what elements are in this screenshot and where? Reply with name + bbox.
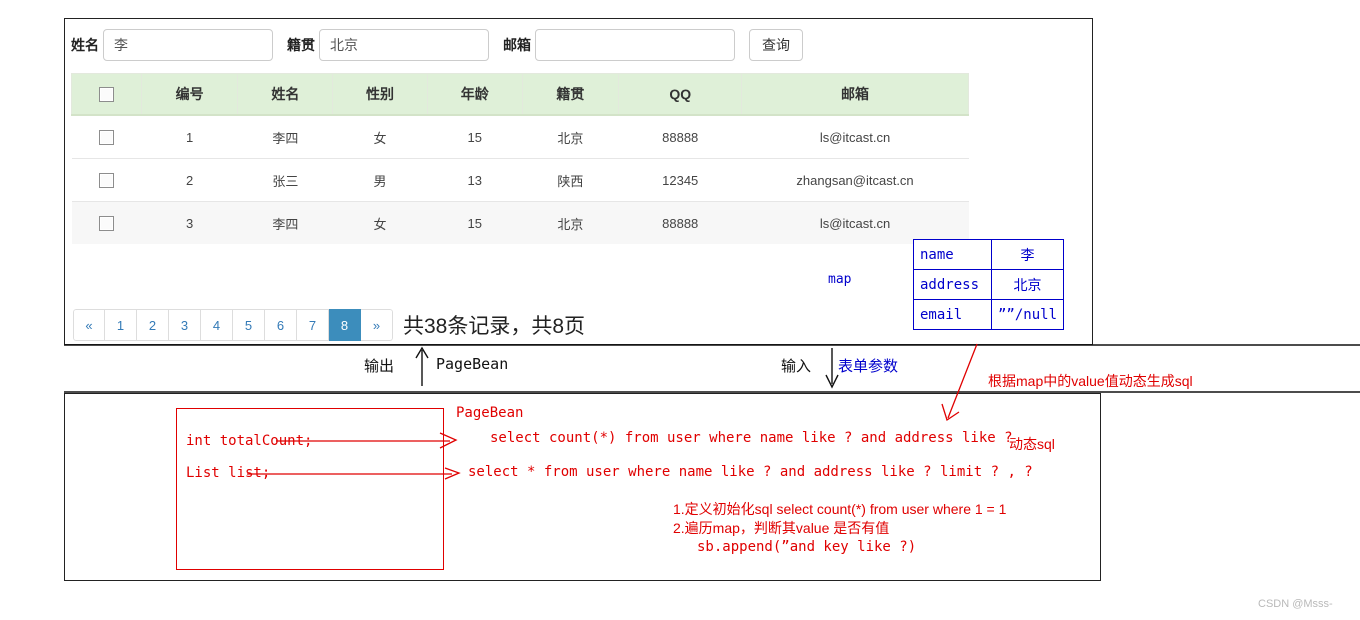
user-table: 编号 姓名 性别 年龄 籍贯 QQ 邮箱 1 李四 女 15 北京 888 <box>71 73 969 244</box>
cell-email: ls@itcast.cn <box>742 115 969 159</box>
header-sex: 性别 <box>333 74 428 116</box>
email-input[interactable] <box>535 29 735 61</box>
cell-id: 2 <box>141 159 238 202</box>
address-field-label: 籍贯 <box>287 35 315 55</box>
watermark: CSDN @Msss- <box>1258 598 1333 610</box>
table-row[interactable]: 1 李四 女 15 北京 88888 ls@itcast.cn <box>72 115 969 159</box>
sql-count-statement: select count(*) from user where name lik… <box>490 430 1013 446</box>
pagination-summary: 共38条记录，共8页 <box>403 310 585 340</box>
map-key-address: address <box>914 270 992 300</box>
cell-address: 北京 <box>522 115 619 159</box>
map-value-email: ””/null <box>992 300 1064 330</box>
cell-qq: 88888 <box>619 115 742 159</box>
screenshot-root: 姓名 籍贯 邮箱 查询 编号 姓名 性别 年龄 籍贯 QQ <box>0 0 1360 620</box>
cell-qq: 88888 <box>619 202 742 245</box>
map-value-name: 李 <box>992 240 1064 270</box>
cell-name: 张三 <box>238 159 333 202</box>
cell-sex: 男 <box>333 159 428 202</box>
output-value-label: PageBean <box>436 355 508 373</box>
header-name: 姓名 <box>238 74 333 116</box>
input-value-label: 表单参数 <box>838 355 898 376</box>
map-to-sql-annotation: 根据map中的value值动态生成sql <box>988 371 1193 391</box>
map-key-name: name <box>914 240 992 270</box>
note-line-2: 2.遍历map，判断其value 是否有值 <box>673 519 1006 538</box>
page-4[interactable]: 4 <box>201 309 233 341</box>
page-6[interactable]: 6 <box>265 309 297 341</box>
map-label: map <box>828 272 851 287</box>
cell-age: 15 <box>427 202 522 245</box>
row-checkbox[interactable] <box>99 130 114 145</box>
pagebean-title: PageBean <box>456 405 523 421</box>
map-diagram-table: name 李 address 北京 email ””/null <box>913 239 1064 330</box>
table-head: 编号 姓名 性别 年龄 籍贯 QQ 邮箱 <box>72 74 969 116</box>
table-body: 1 李四 女 15 北京 88888 ls@itcast.cn 2 张三 男 1… <box>72 115 969 244</box>
cell-address: 陕西 <box>522 159 619 202</box>
page-prev[interactable]: « <box>73 309 105 341</box>
cell-address: 北京 <box>522 202 619 245</box>
name-input[interactable] <box>103 29 273 61</box>
row-checkbox-cell <box>72 159 142 202</box>
cell-email: zhangsan@itcast.cn <box>742 159 969 202</box>
header-email: 邮箱 <box>742 74 969 116</box>
search-form: 姓名 籍贯 邮箱 查询 <box>65 19 803 71</box>
select-all-header <box>72 74 142 116</box>
page-8[interactable]: 8 <box>329 309 361 341</box>
name-field-label: 姓名 <box>71 35 99 55</box>
cell-email: ls@itcast.cn <box>742 202 969 245</box>
cell-qq: 12345 <box>619 159 742 202</box>
field-total-count: int totalCount; <box>186 433 312 449</box>
map-row: email ””/null <box>914 300 1064 330</box>
table-row[interactable]: 2 张三 男 13 陕西 12345 zhangsan@itcast.cn <box>72 159 969 202</box>
dao-logic-panel: int totalCount; List list; PageBean sele… <box>64 393 1101 581</box>
map-key-email: email <box>914 300 992 330</box>
cell-id: 1 <box>141 115 238 159</box>
pagination-row: « 1 2 3 4 5 6 7 8 » 共38条记录，共8页 <box>73 309 585 341</box>
select-all-checkbox[interactable] <box>99 87 114 102</box>
address-input[interactable] <box>319 29 489 61</box>
row-checkbox[interactable] <box>99 173 114 188</box>
table-header-row: 编号 姓名 性别 年龄 籍贯 QQ 邮箱 <box>72 74 969 116</box>
query-button[interactable]: 查询 <box>749 29 803 61</box>
row-checkbox-cell <box>72 202 142 245</box>
page-2[interactable]: 2 <box>137 309 169 341</box>
cell-age: 15 <box>427 115 522 159</box>
table-row[interactable]: 3 李四 女 15 北京 88888 ls@itcast.cn <box>72 202 969 245</box>
row-checkbox[interactable] <box>99 216 114 231</box>
dynamic-sql-label: 动态sql <box>1009 434 1055 454</box>
page-1[interactable]: 1 <box>105 309 137 341</box>
field-list: List list; <box>186 465 270 481</box>
page-next[interactable]: » <box>361 309 393 341</box>
map-row: address 北京 <box>914 270 1064 300</box>
header-qq: QQ <box>619 74 742 116</box>
header-age: 年龄 <box>427 74 522 116</box>
page-7[interactable]: 7 <box>297 309 329 341</box>
cell-name: 李四 <box>238 202 333 245</box>
cell-sex: 女 <box>333 202 428 245</box>
input-label: 输入 <box>781 355 811 376</box>
dynamic-sql-notes: 1.定义初始化sql select count(*) from user whe… <box>673 500 1006 557</box>
cell-name: 李四 <box>238 115 333 159</box>
sql-list-statement: select * from user where name like ? and… <box>468 464 1033 480</box>
cell-sex: 女 <box>333 115 428 159</box>
header-address: 籍贯 <box>522 74 619 116</box>
header-id: 编号 <box>141 74 238 116</box>
page-3[interactable]: 3 <box>169 309 201 341</box>
email-field-label: 邮箱 <box>503 35 531 55</box>
output-label: 输出 <box>364 355 394 376</box>
cell-age: 13 <box>427 159 522 202</box>
note-line-1: 1.定义初始化sql select count(*) from user whe… <box>673 500 1006 519</box>
page-5[interactable]: 5 <box>233 309 265 341</box>
cell-id: 3 <box>141 202 238 245</box>
map-value-address: 北京 <box>992 270 1064 300</box>
row-checkbox-cell <box>72 115 142 159</box>
pagination: « 1 2 3 4 5 6 7 8 » <box>73 309 393 341</box>
note-line-2b: sb.append(”and key like ?) <box>673 538 1006 557</box>
map-row: name 李 <box>914 240 1064 270</box>
